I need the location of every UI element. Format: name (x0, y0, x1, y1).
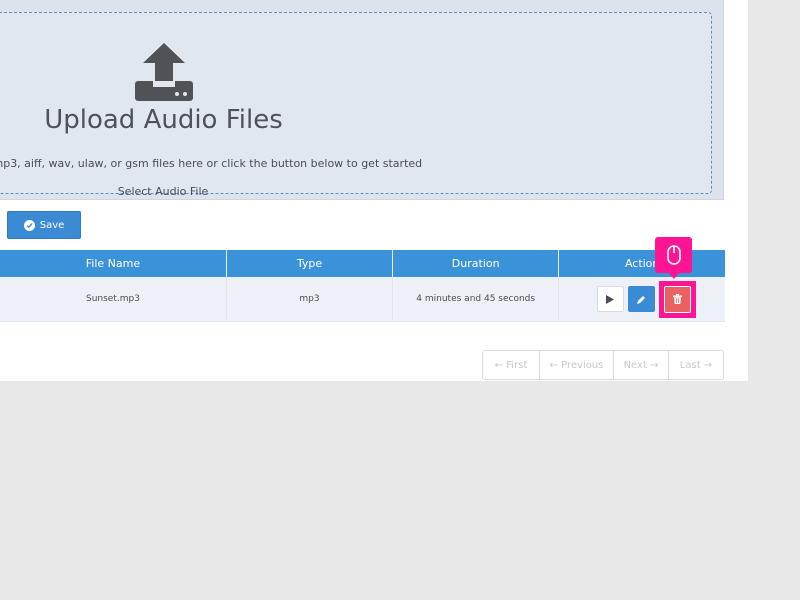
column-header-type[interactable]: Type (226, 250, 394, 277)
pagination: ← First ← Previous Next → Last → (482, 350, 724, 380)
column-header-duration[interactable]: Duration (392, 250, 560, 277)
dropzone-title: Upload Audio Files (44, 105, 283, 135)
table-row: Sunset.mp3 mp3 4 minutes and 45 seconds (0, 277, 725, 322)
pencil-icon (636, 295, 645, 304)
play-icon (606, 294, 615, 304)
dropzone-container: Upload Audio Files rop mp3, aiff, wav, u… (0, 0, 724, 200)
cell-duration: 4 minutes and 45 seconds (392, 277, 560, 322)
save-button-label: Save (39, 219, 65, 231)
save-button[interactable]: Save (7, 211, 81, 239)
pagination-first[interactable]: ← First (483, 351, 540, 379)
audio-files-table: File Name Type Duration Action Sunset.mp… (0, 250, 725, 322)
delete-button-highlight (658, 280, 696, 318)
mouse-click-indicator (655, 237, 692, 279)
check-circle-icon (23, 219, 35, 231)
pagination-last[interactable]: Last → (669, 351, 723, 379)
play-button[interactable] (596, 286, 624, 312)
edit-button[interactable] (627, 286, 655, 312)
cell-actions (558, 277, 725, 322)
file-dropzone[interactable]: Upload Audio Files rop mp3, aiff, wav, u… (0, 12, 712, 198)
cell-type: mp3 (226, 277, 394, 322)
pagination-next[interactable]: Next → (614, 351, 669, 379)
mouse-icon (666, 245, 681, 265)
column-header-action: Action (558, 250, 725, 277)
trash-icon (672, 294, 682, 304)
cell-file-name: Sunset.mp3 (0, 277, 227, 322)
column-header-file-name[interactable]: File Name (0, 250, 227, 277)
select-audio-file-button[interactable]: Select Audio File (63, 185, 263, 198)
dropzone-hint: rop mp3, aiff, wav, ulaw, or gsm files h… (0, 157, 423, 170)
table-header-row: File Name Type Duration Action (0, 250, 725, 277)
upload-icon (135, 43, 193, 101)
delete-button[interactable] (663, 285, 691, 313)
main-panel: Upload Audio Files rop mp3, aiff, wav, u… (0, 0, 748, 381)
pagination-previous[interactable]: ← Previous (540, 351, 614, 379)
